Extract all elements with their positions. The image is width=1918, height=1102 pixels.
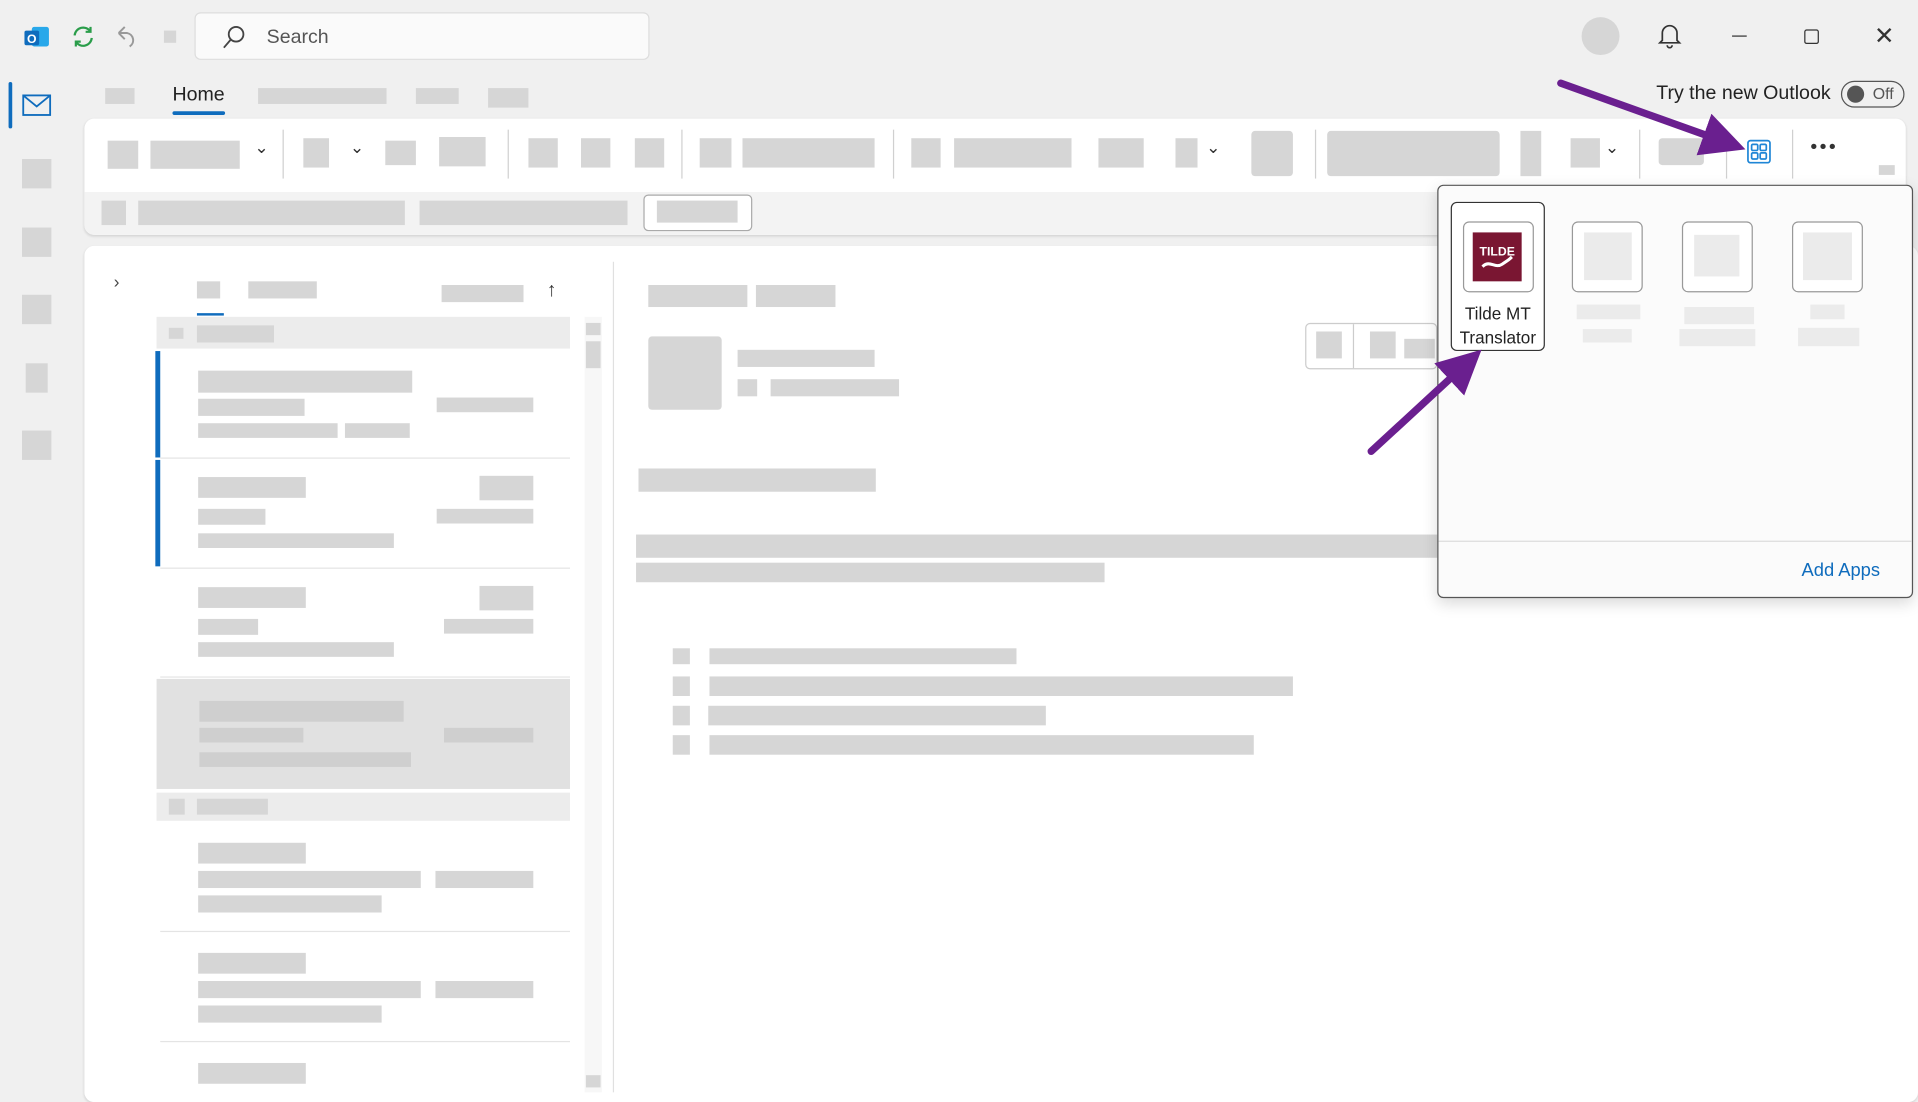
arrow-to-tilde-app [1367,349,1482,456]
annotation-arrows [1367,79,1746,456]
arrow-to-apps-icon [1557,79,1746,156]
outlook-window: O Search ✕ Home Try the new Outlook Off … [0,0,1918,1102]
